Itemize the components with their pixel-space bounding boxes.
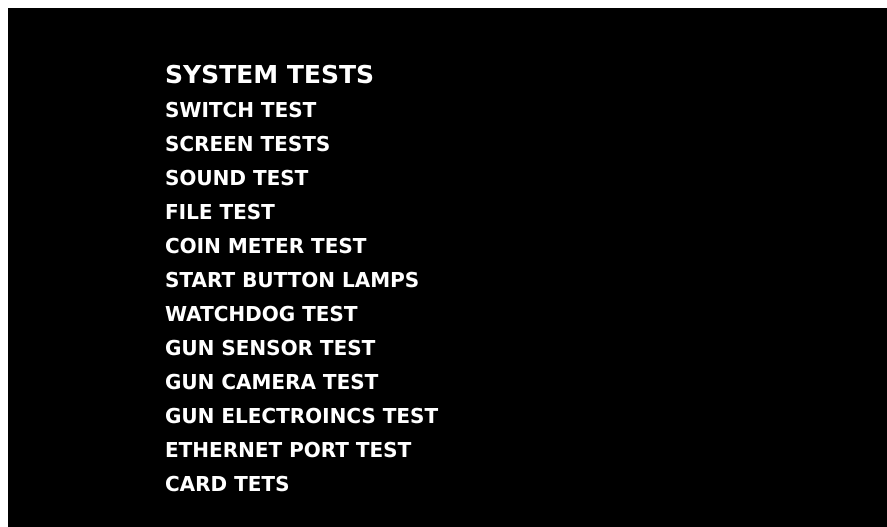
menu-item-coin-meter-test[interactable]: COIN METER TEST	[165, 229, 438, 263]
menu-item-card-test[interactable]: CARD TETS	[165, 467, 438, 501]
menu-title: SYSTEM TESTS	[165, 60, 375, 89]
test-menu-screen: SYSTEM TESTS SWITCH TEST SCREEN TESTS SO…	[8, 8, 887, 527]
menu-item-switch-test[interactable]: SWITCH TEST	[165, 93, 438, 127]
menu-item-sound-test[interactable]: SOUND TEST	[165, 161, 438, 195]
menu-item-screen-tests[interactable]: SCREEN TESTS	[165, 127, 438, 161]
menu-item-watchdog-test[interactable]: WATCHDOG TEST	[165, 297, 438, 331]
menu-item-gun-camera-test[interactable]: GUN CAMERA TEST	[165, 365, 438, 399]
menu-item-gun-electronics-test[interactable]: GUN ELECTROINCS TEST	[165, 399, 438, 433]
menu-item-file-test[interactable]: FILE TEST	[165, 195, 438, 229]
menu-item-start-button-lamps[interactable]: START BUTTON LAMPS	[165, 263, 438, 297]
menu-item-ethernet-port-test[interactable]: ETHERNET PORT TEST	[165, 433, 438, 467]
menu-item-gun-sensor-test[interactable]: GUN SENSOR TEST	[165, 331, 438, 365]
system-tests-menu: SYSTEM TESTS SWITCH TEST SCREEN TESTS SO…	[165, 60, 438, 501]
